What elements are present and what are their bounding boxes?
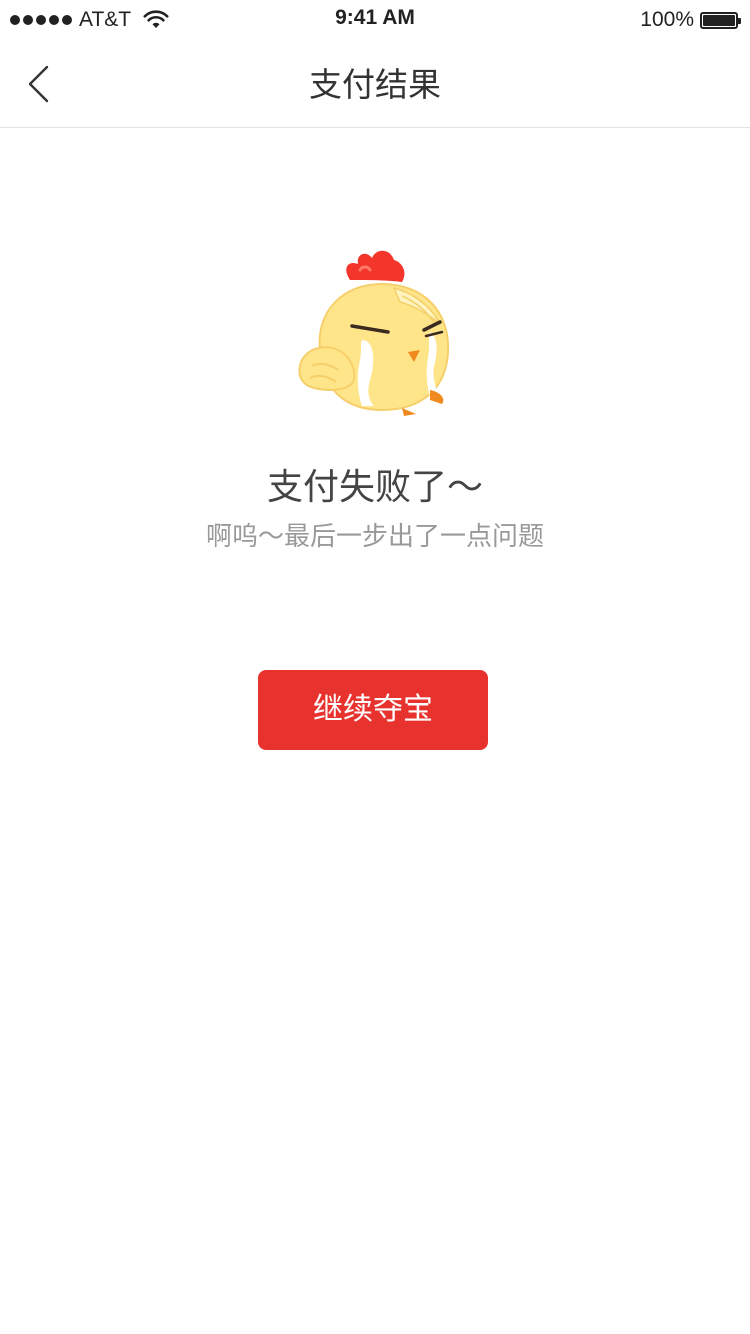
continue-button[interactable]: 继续夺宝 [258, 670, 488, 750]
status-time: 9:41 AM [335, 6, 415, 29]
status-bar: AT&T 9:41 AM 100% [0, 0, 750, 40]
result-title: 支付失败了～ [266, 467, 483, 508]
nav-bar: 支付结果 [0, 40, 750, 128]
battery-icon [700, 11, 741, 29]
battery-percentage: 100% [640, 8, 694, 31]
crying-chick-icon [298, 250, 450, 416]
page-title: 支付结果 [309, 65, 441, 104]
status-right: 100% [640, 7, 741, 33]
result-subtitle: 啊呜～最后一步出了一点问题 [205, 522, 544, 552]
